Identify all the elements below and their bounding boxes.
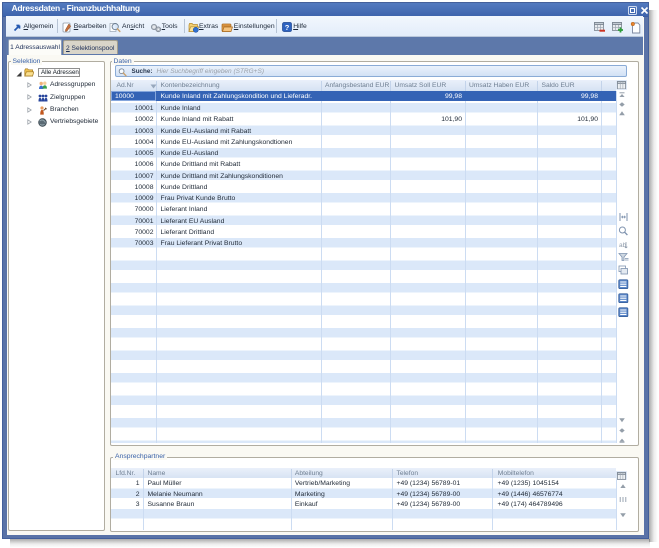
svg-text:?: ? [285,23,290,32]
